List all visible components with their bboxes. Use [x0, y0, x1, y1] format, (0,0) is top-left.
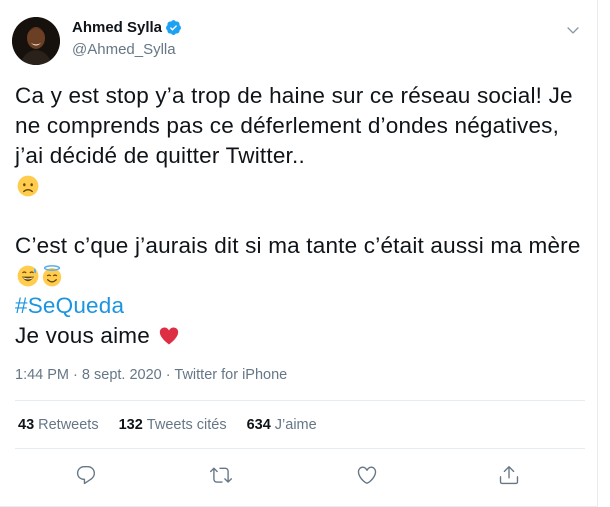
tweet-spacer: [15, 201, 585, 231]
red-heart-icon: [160, 327, 179, 345]
divider: [15, 400, 585, 401]
likes-label: J’aime: [274, 417, 317, 433]
divider: [15, 448, 585, 449]
meta-separator: ·: [73, 367, 78, 383]
tweet-paragraph-1: Ca y est stop y’a trop de haine sur ce r…: [15, 81, 585, 201]
tweet-line-2: C’est c’que j’aurais dit si ma tante c’é…: [15, 233, 581, 258]
share-icon[interactable]: [498, 464, 520, 486]
retweets-stat[interactable]: 43 Retweets: [18, 417, 99, 433]
chevron-down-icon[interactable]: [565, 22, 581, 38]
tweet-paragraph-2: C’est c’que j’aurais dit si ma tante c’é…: [15, 231, 585, 291]
tweet-actions: [0, 464, 598, 486]
tweet-meta: 1:44 PM · 8 sept. 2020 · Twitter for iPh…: [15, 367, 287, 383]
meta-separator: ·: [165, 367, 171, 383]
tweet-hashtag-line: #SeQueda: [15, 291, 585, 321]
quotes-count: 132: [118, 417, 143, 433]
tweet-stats: 43 Retweets 132 Tweets cités 634 J’aime: [18, 417, 337, 433]
author-handle[interactable]: @Ahmed_Sylla: [72, 41, 176, 58]
hashtag-link[interactable]: #SeQueda: [15, 293, 124, 318]
retweets-count: 43: [18, 417, 35, 433]
tweet-line-3: Je vous aime: [15, 323, 150, 348]
tweet-card: Ahmed Sylla @Ahmed_Sylla Ca y est stop y…: [0, 0, 598, 507]
verified-badge-icon: [166, 20, 181, 35]
tweet-source[interactable]: Twitter for iPhone: [174, 367, 287, 383]
tweet-text: Ca y est stop y’a trop de haine sur ce r…: [15, 81, 585, 351]
quotes-stat[interactable]: 132 Tweets cités: [119, 417, 227, 433]
author-name[interactable]: Ahmed Sylla: [72, 19, 162, 36]
heart-icon[interactable]: [356, 464, 378, 486]
likes-count: 634: [246, 417, 271, 433]
retweet-icon[interactable]: [210, 464, 232, 486]
tweet-line-1: Ca y est stop y’a trop de haine sur ce r…: [15, 83, 580, 168]
avatar[interactable]: [12, 17, 60, 65]
smiling-halo-face-icon: [42, 265, 62, 287]
disappointed-face-icon: [17, 175, 39, 197]
tweet-time[interactable]: 1:44 PM: [15, 367, 69, 383]
tweet-paragraph-3: Je vous aime: [15, 321, 585, 351]
quotes-label: Tweets cités: [146, 417, 227, 433]
retweets-label: Retweets: [38, 417, 99, 433]
tweet-date[interactable]: 8 sept. 2020: [82, 367, 162, 383]
grinning-sweat-face-icon: [17, 265, 39, 287]
likes-stat[interactable]: 634 J’aime: [247, 417, 317, 433]
author-name-row[interactable]: Ahmed Sylla: [72, 19, 182, 36]
reply-icon[interactable]: [75, 464, 97, 486]
